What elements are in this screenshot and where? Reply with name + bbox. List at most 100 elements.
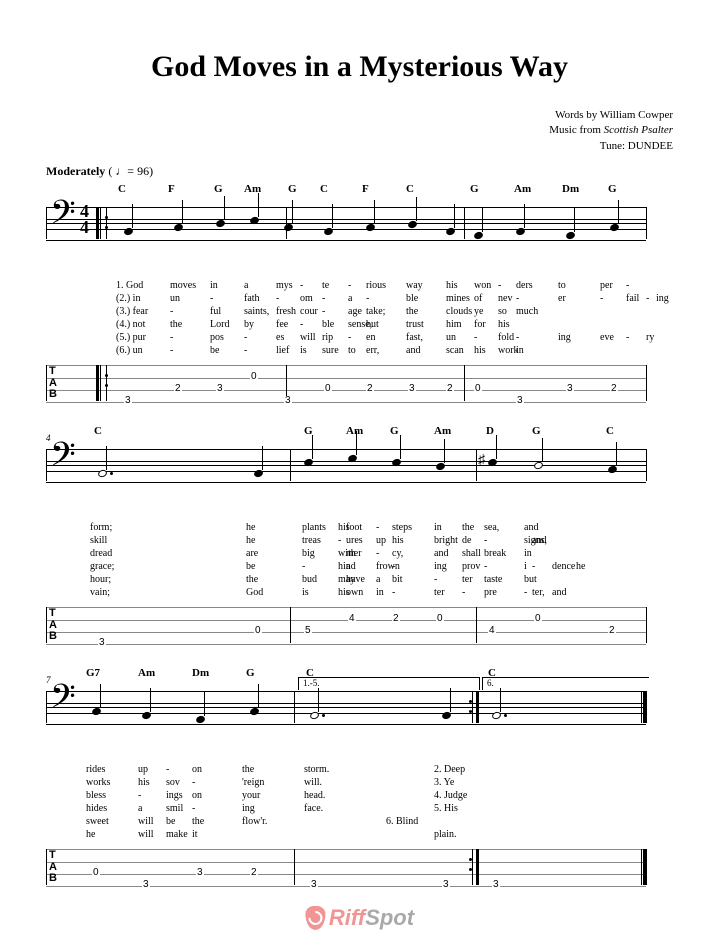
- lyric-syllable: -: [498, 279, 501, 293]
- lyric-syllable: cour: [300, 305, 318, 319]
- lyric-syllable: but: [524, 573, 537, 587]
- system-2: CGAmGAmDGC4𝄢♯form;heplantshisfoot-stepsi…: [46, 425, 673, 653]
- lyric-syllable: 1. God: [116, 279, 143, 293]
- lyric-syllable: om: [300, 292, 313, 306]
- credit-words: Words by William Cowper: [46, 108, 673, 123]
- tab-fret-number: 3: [566, 384, 574, 394]
- tab-fret-number: 3: [216, 384, 224, 394]
- lyric-syllable: saints,: [244, 305, 269, 319]
- chord-symbol: G: [246, 667, 255, 679]
- lyric-syllable: ures: [346, 534, 363, 548]
- lyric-syllable: sure: [322, 344, 339, 358]
- lyric-syllable: -: [302, 560, 305, 574]
- lyric-syllable: (5.) pur: [116, 331, 146, 345]
- lyric-syllable: ter,: [532, 586, 545, 600]
- lyric-line: bless-ingsonyourhead.4. Judge: [46, 789, 646, 802]
- lyric-syllable: plants: [302, 521, 326, 535]
- tab-fret-number: 3: [196, 868, 204, 878]
- lyric-syllable: and: [532, 534, 546, 548]
- lyric-syllable: ings: [166, 789, 183, 803]
- lyric-syllable: will: [300, 331, 316, 345]
- lyric-syllable: is: [300, 344, 307, 358]
- lyric-syllable: be: [210, 344, 219, 358]
- tab-fret-number: 0: [324, 384, 332, 394]
- lyric-syllable: is: [302, 586, 309, 600]
- lyric-syllable: in: [516, 344, 524, 358]
- lyric-syllable: bless: [86, 789, 106, 803]
- lyric-syllable: -: [138, 789, 141, 803]
- lyric-syllable: ing: [656, 292, 669, 306]
- lyric-syllable: rip: [322, 331, 333, 345]
- chord-symbol: Am: [346, 425, 363, 437]
- lyric-syllable: fail: [626, 292, 639, 306]
- lyric-syllable: on: [192, 763, 202, 777]
- lyric-syllable: -: [376, 521, 379, 535]
- lyric-syllable: dread: [90, 547, 112, 561]
- lyric-syllable: shall: [462, 547, 481, 561]
- tab-fret-number: 0: [436, 614, 444, 624]
- chord-symbol: C: [406, 183, 414, 195]
- lyric-syllable: err,: [366, 344, 379, 358]
- chord-symbol: C: [94, 425, 102, 437]
- lyric-syllable: but: [366, 318, 379, 332]
- lyric-syllable: -: [166, 763, 169, 777]
- lyric-syllable: per: [600, 279, 613, 293]
- volta-bracket: 6.: [482, 677, 649, 690]
- chord-symbol: G: [608, 183, 617, 195]
- chord-symbol: Am: [138, 667, 155, 679]
- lyric-syllable: in: [524, 547, 532, 561]
- tab-fret-number: 3: [492, 880, 500, 890]
- lyric-syllable: mines: [446, 292, 470, 306]
- lyric-syllable: sov: [166, 776, 180, 790]
- lyric-syllable: to: [348, 344, 356, 358]
- lyric-line: vain;Godishisownin-ter-pre-ter,and: [46, 586, 646, 599]
- lyric-syllable: eve: [600, 331, 614, 345]
- lyric-syllable: -: [474, 331, 477, 345]
- lyric-syllable: flow'r.: [242, 815, 267, 829]
- lyric-syllable: a: [244, 279, 248, 293]
- lyric-syllable: and: [406, 344, 420, 358]
- lyric-syllable: ing: [558, 331, 571, 345]
- lyric-syllable: he: [246, 521, 255, 535]
- lyric-syllable: pos: [210, 331, 224, 345]
- lyric-syllable: take;: [366, 305, 385, 319]
- lyric-syllable: -: [524, 586, 527, 600]
- lyric-syllable: break: [484, 547, 506, 561]
- lyric-syllable: of: [474, 292, 482, 306]
- lyric-line: hidesasmil-ingface.5. His: [46, 802, 646, 815]
- chord-symbol: G: [288, 183, 297, 195]
- lyric-syllable: -: [532, 560, 535, 574]
- lyric-syllable: (6.) un: [116, 344, 143, 358]
- lyric-syllable: a: [346, 560, 350, 574]
- lyric-syllable: -: [300, 279, 303, 293]
- pick-icon: [305, 906, 325, 930]
- tab-fret-number: 3: [98, 638, 106, 648]
- staff: 4𝄢♯: [46, 439, 646, 521]
- lyric-syllable: fast,: [406, 331, 423, 345]
- lyric-line: (2.) inun-fath-om-a-bleminesofnev-er-fai…: [46, 292, 646, 305]
- chord-symbol: D: [486, 425, 494, 437]
- lyric-syllable: the: [192, 815, 204, 829]
- tab-fret-number: 0: [250, 372, 258, 382]
- tab-fret-number: 2: [174, 384, 182, 394]
- lyric-syllable: (2.) in: [116, 292, 140, 306]
- lyric-syllable: much: [516, 305, 538, 319]
- lyric-syllable: age: [348, 305, 362, 319]
- chord-symbol: C: [606, 425, 614, 437]
- lyric-syllable: a: [376, 573, 380, 587]
- lyric-syllable: nev: [498, 292, 512, 306]
- staff: 1.-5.6.7𝄢: [46, 681, 646, 763]
- lyric-syllable: Lord: [210, 318, 229, 332]
- lyric-syllable: ders: [516, 279, 533, 293]
- system-1: CFGAmGCFCGAmDmG𝄢441. Godmovesinamys-te-r…: [46, 183, 673, 411]
- chord-symbol: Dm: [562, 183, 579, 195]
- lyric-syllable: works: [86, 776, 110, 790]
- sheet-music-page: God Moves in a Mysterious Way Words by W…: [0, 0, 719, 949]
- lyric-syllable: up: [138, 763, 148, 777]
- lyric-syllable: -: [244, 331, 247, 345]
- tab-staff: TAB305420402: [46, 603, 646, 653]
- lyric-syllable: -: [376, 547, 379, 561]
- lyric-syllable: lief: [276, 344, 289, 358]
- lyric-syllable: treas: [302, 534, 321, 548]
- lyric-syllable: ble: [322, 318, 334, 332]
